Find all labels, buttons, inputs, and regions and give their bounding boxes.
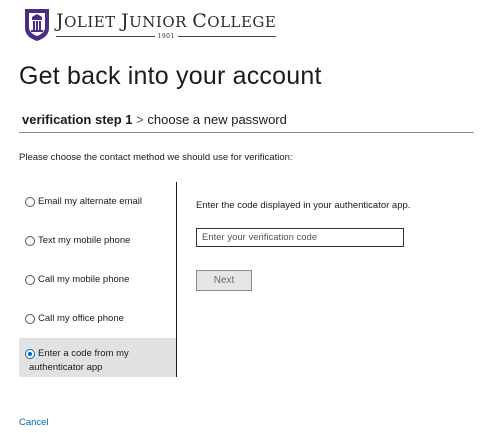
step-separator: > <box>136 112 144 127</box>
verification-code-input[interactable] <box>196 228 404 247</box>
name-initial: C <box>192 10 208 32</box>
shield-logo-icon <box>25 9 49 41</box>
name-initial: J <box>56 10 65 32</box>
method-label-line1: Enter a code from my <box>38 348 129 359</box>
radio-icon[interactable] <box>25 313 35 324</box>
method-label: Call my office phone <box>38 313 124 324</box>
contact-method-list: Email my alternate email Text my mobile … <box>19 182 176 377</box>
method-label-line2: authenticator app <box>29 362 103 373</box>
radio-icon[interactable] <box>25 274 35 285</box>
college-name: JOLIET JUNIOR COLLEGE 1901 <box>56 11 277 40</box>
method-text-mobile[interactable]: Text my mobile phone <box>19 221 176 260</box>
name-initial: J <box>121 10 130 32</box>
method-authenticator-app[interactable]: Enter a code from my authenticator app <box>19 338 176 377</box>
college-logo: JOLIET JUNIOR COLLEGE 1901 <box>24 8 277 42</box>
cancel-link[interactable]: Cancel <box>19 417 49 428</box>
name-rest: OLIET <box>64 13 122 31</box>
divider <box>177 36 277 37</box>
page-title: Get back into your account <box>19 62 322 90</box>
college-founded-year: 1901 <box>157 33 175 40</box>
vertical-divider <box>176 182 177 377</box>
method-label: Call my mobile phone <box>38 274 130 285</box>
steps-divider <box>19 132 474 133</box>
authenticator-prompt: Enter the code displayed in your authent… <box>196 200 411 211</box>
instruction-text: Please choose the contact method we shou… <box>19 152 293 163</box>
next-button[interactable]: Next <box>196 270 252 291</box>
method-label: Email my alternate email <box>38 196 143 207</box>
method-label: Text my mobile phone <box>38 235 131 246</box>
radio-icon[interactable] <box>25 235 35 246</box>
college-year-row: 1901 <box>56 33 277 40</box>
method-email-alternate[interactable]: Email my alternate email <box>19 182 176 221</box>
divider <box>56 36 155 37</box>
next-step: choose a new password <box>147 112 287 127</box>
method-call-office[interactable]: Call my office phone <box>19 299 176 338</box>
current-step: verification step 1 <box>22 112 133 127</box>
name-rest: OLLEGE <box>207 13 277 31</box>
radio-icon[interactable] <box>25 196 35 207</box>
radio-checked-icon[interactable] <box>25 349 35 359</box>
name-rest: UNIOR <box>129 13 193 31</box>
step-breadcrumb: verification step 1 > choose a new passw… <box>22 112 287 127</box>
method-label: Enter a code from my authenticator app <box>29 347 129 375</box>
college-name-text: JOLIET JUNIOR COLLEGE <box>56 11 276 32</box>
method-call-mobile[interactable]: Call my mobile phone <box>19 260 176 299</box>
